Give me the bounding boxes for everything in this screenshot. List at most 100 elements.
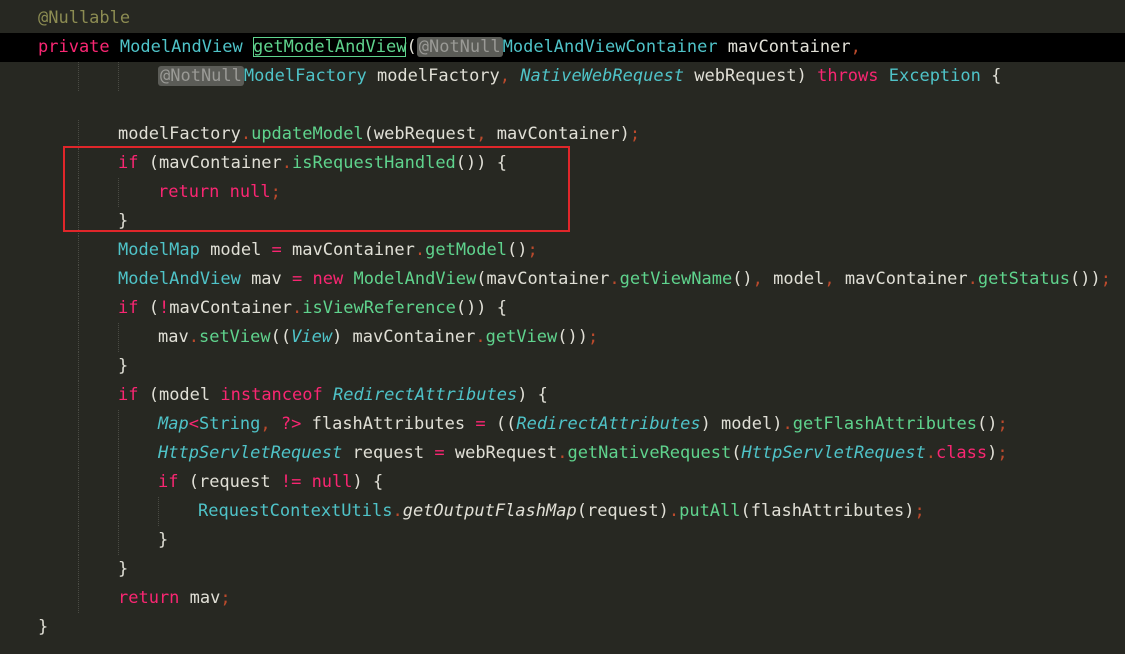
indent-guide: [118, 468, 119, 497]
code-line[interactable]: mav.setView((View) mavContainer.getView(…: [0, 323, 1125, 352]
code-token: ,: [499, 66, 521, 86]
code-token: setView: [198, 327, 271, 347]
code-line[interactable]: }: [0, 207, 1125, 236]
code-token: ): [987, 443, 998, 463]
code-token: >: [291, 414, 312, 434]
code-line[interactable]: }: [0, 526, 1125, 555]
code-token: (): [507, 240, 528, 260]
code-line[interactable]: HttpServletRequest request = webRequest.…: [0, 439, 1125, 468]
code-token: .: [609, 269, 620, 289]
code-text: }: [118, 555, 128, 584]
annotation-hint: @NotNull: [416, 37, 503, 57]
code-token: ;: [997, 414, 1008, 434]
code-token: ?: [280, 414, 292, 434]
code-token: if: [158, 472, 189, 492]
code-token: ) mavContainer: [332, 327, 476, 347]
code-token: !: [158, 298, 170, 318]
indent-guide: [118, 526, 119, 555]
code-text: if (!mavContainer.isViewReference()) {: [118, 294, 507, 323]
code-line[interactable]: }: [0, 352, 1125, 381]
indent-guide: [78, 62, 79, 91]
indent-guide: [78, 207, 79, 236]
code-token: ()): [557, 327, 588, 347]
code-token: (): [732, 269, 753, 289]
code-token: if: [118, 385, 149, 405]
code-token: ((: [495, 414, 517, 434]
code-text: }: [158, 526, 168, 555]
code-token: (mavContainer: [148, 153, 282, 173]
code-token: .: [414, 240, 426, 260]
code-text: @Nullable: [38, 4, 130, 33]
code-token: =: [475, 414, 496, 434]
code-token: mavContainer: [169, 298, 293, 318]
code-line[interactable]: ModelMap model = mavContainer.getModel()…: [0, 236, 1125, 265]
code-token: webRequest: [454, 443, 558, 463]
code-editor[interactable]: @Nullable private ModelAndView getModelAn…: [0, 0, 1125, 654]
code-line[interactable]: modelFactory.updateModel(webRequest, mav…: [0, 120, 1125, 149]
code-token: }: [38, 617, 49, 637]
indent-guide: [78, 236, 79, 265]
code-token: NativeWebRequest: [520, 66, 695, 86]
code-token: ModelAndViewContainer: [502, 37, 728, 57]
code-token: Map: [158, 414, 189, 434]
code-token: isRequestHandled: [292, 153, 456, 173]
code-token: ;: [527, 240, 538, 260]
code-token: null: [229, 182, 271, 202]
code-token: RedirectAttributes: [516, 414, 701, 434]
code-line[interactable]: if (request != null) {: [0, 468, 1125, 497]
code-text: if (model instanceof RedirectAttributes)…: [118, 381, 548, 410]
code-token: (model: [148, 385, 221, 405]
code-token: .: [967, 269, 978, 289]
code-line[interactable]: }: [0, 555, 1125, 584]
indent-guide: [118, 323, 119, 352]
code-text: @NotNull ModelFactory modelFactory, Nativ…: [158, 62, 1001, 91]
code-token: ModelAndView: [118, 269, 252, 289]
code-token: getOutputFlashMap: [402, 501, 577, 521]
indent-guide: [78, 178, 79, 207]
indent-guide: [78, 265, 79, 294]
code-line[interactable]: [0, 91, 1125, 120]
code-token: model: [210, 240, 272, 260]
code-line[interactable]: @Nullable: [0, 4, 1125, 33]
code-token: ,: [824, 269, 845, 289]
code-token: mav: [251, 269, 293, 289]
code-line[interactable]: Map<String, ?> flashAttributes = ((Redir…: [0, 410, 1125, 439]
indent-guide: [78, 555, 79, 584]
code-line[interactable]: if (mavContainer.isRequestHandled()) {: [0, 149, 1125, 178]
code-token: null: [311, 472, 353, 492]
code-text: }: [118, 352, 128, 381]
indent-guide: [78, 294, 79, 323]
code-token: getStatus: [977, 269, 1071, 289]
code-token: (: [731, 443, 742, 463]
code-line[interactable]: @NotNull ModelFactory modelFactory, Nativ…: [0, 62, 1125, 91]
code-line[interactable]: if (!mavContainer.isViewReference()) {: [0, 294, 1125, 323]
code-line[interactable]: return null;: [0, 178, 1125, 207]
code-token: putAll: [679, 501, 741, 521]
code-token: @Nullable: [38, 8, 131, 28]
code-text: }: [38, 613, 48, 642]
code-token: .: [557, 443, 568, 463]
code-line[interactable]: ModelAndView mav = new ModelAndView(mavC…: [0, 265, 1125, 294]
code-token: isViewReference: [302, 298, 456, 318]
code-token: ;: [220, 588, 231, 608]
code-token: ModelMap: [118, 240, 211, 260]
code-line[interactable]: return mav;: [0, 584, 1125, 613]
code-token: mav: [158, 327, 189, 347]
code-token: ,: [260, 414, 281, 434]
code-token: ((: [270, 327, 292, 347]
code-line[interactable]: if (model instanceof RedirectAttributes)…: [0, 381, 1125, 410]
code-token: getFlashAttributes: [792, 414, 977, 434]
indent-guide: [118, 62, 119, 91]
code-line[interactable]: }: [0, 613, 1125, 642]
code-text: Map<String, ?> flashAttributes = ((Redir…: [158, 410, 1008, 439]
code-token: View: [291, 327, 333, 347]
code-token: getModelAndView: [252, 37, 407, 57]
indent-guide: [118, 497, 119, 526]
code-token: ) {: [517, 385, 548, 405]
code-token: !=: [280, 472, 312, 492]
code-line[interactable]: RequestContextUtils.getOutputFlashMap(re…: [0, 497, 1125, 526]
code-token: (: [406, 37, 417, 57]
code-token: String: [198, 414, 261, 434]
code-line[interactable]: private ModelAndView getModelAndView(@No…: [0, 33, 1125, 62]
annotation-hint: @NotNull: [158, 66, 244, 86]
